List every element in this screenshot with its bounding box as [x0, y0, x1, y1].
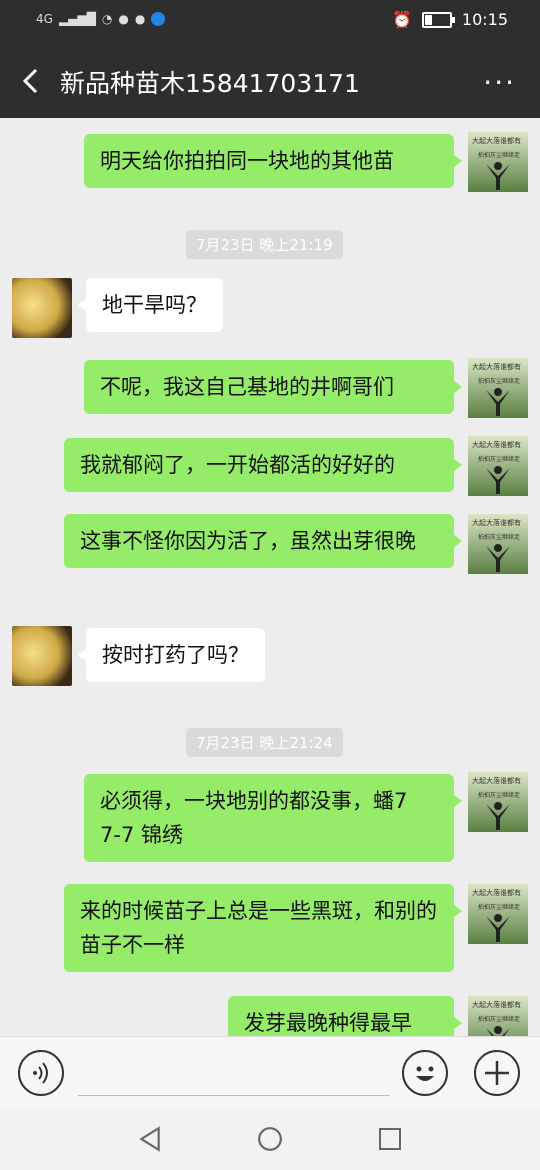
status-left: 4G ▂▄▆█ ◔ ● ●	[36, 12, 166, 26]
avatar-caption: 大起大落谁都有	[472, 519, 521, 527]
person-icon	[486, 802, 510, 830]
contact-avatar[interactable]	[12, 278, 72, 338]
avatar-caption: 拍拍灰尘继续走	[478, 904, 521, 911]
message-bubble[interactable]: 明天给你拍拍同一块地的其他苗	[84, 134, 462, 188]
avatar[interactable]: 大起大落谁都有 拍拍灰尘继续走	[468, 514, 528, 574]
avatar-caption: 拍拍灰尘继续走	[478, 456, 521, 463]
wifi-icon: ◔	[101, 12, 113, 26]
wechat-notification-icon: ●	[118, 12, 129, 26]
avatar-caption: 拍拍灰尘继续走	[478, 378, 521, 385]
person-icon	[486, 466, 510, 494]
person-icon	[486, 1026, 510, 1036]
person-icon	[486, 544, 510, 572]
message-bubble[interactable]: 来的时候苗子上总是一些黑斑，和别的苗子不一样	[64, 884, 462, 972]
clock: 10:15	[461, 10, 508, 29]
avatar[interactable]: 大起大落谁都有 拍拍灰尘继续走	[468, 772, 528, 832]
avatar[interactable]: 大起大落谁都有 拍拍灰尘继续走	[468, 132, 528, 192]
avatar-caption: 拍拍灰尘继续走	[478, 1016, 521, 1023]
person-icon	[486, 388, 510, 416]
avatar-caption: 拍拍灰尘继续走	[478, 534, 521, 541]
timestamp: 7月23日 晚上21:19	[186, 230, 343, 259]
network-type: 4G	[36, 12, 53, 26]
message-bubble[interactable]: 这事不怪你因为活了，虽然出芽很晚	[64, 514, 462, 568]
signal-icon: ▂▄▆█	[58, 12, 96, 26]
avatar-caption: 拍拍灰尘继续走	[478, 152, 521, 159]
avatar-caption: 大起大落谁都有	[472, 137, 521, 145]
avatar-caption: 大起大落谁都有	[472, 363, 521, 371]
nav-recent-icon[interactable]	[378, 1127, 402, 1151]
contact-avatar[interactable]	[12, 626, 72, 686]
message-bubble[interactable]: 地干旱吗？	[78, 278, 223, 332]
alarm-icon: ⏰	[391, 10, 412, 29]
plus-icon[interactable]	[474, 1050, 520, 1096]
message-input[interactable]	[78, 1095, 390, 1096]
nav-back-icon[interactable]	[137, 1126, 163, 1152]
timestamp: 7月23日 晚上21:24	[186, 728, 343, 757]
avatar[interactable]: 大起大落谁都有 拍拍灰尘继续走	[468, 884, 528, 944]
message-bubble[interactable]: 按时打药了吗？	[78, 628, 265, 682]
chat-header: 新品种苗木15841703171 ···	[0, 44, 540, 118]
avatar-caption: 大起大落谁都有	[472, 889, 521, 897]
person-icon	[486, 162, 510, 190]
system-nav-bar	[0, 1108, 540, 1170]
message-bubble[interactable]: 必须得，一块地别的都没事，蟠7 7-7 锦绣	[84, 774, 462, 862]
avatar[interactable]: 大起大落谁都有 拍拍灰尘继续走	[468, 996, 528, 1036]
nav-home-icon[interactable]	[257, 1126, 283, 1152]
chat-title: 新品种苗木15841703171	[60, 69, 360, 98]
person-icon	[486, 914, 510, 942]
avatar[interactable]: 大起大落谁都有 拍拍灰尘继续走	[468, 358, 528, 418]
back-arrow-icon[interactable]	[16, 66, 46, 96]
voice-icon[interactable]	[18, 1050, 64, 1096]
status-right: ⏰ 10:15	[392, 10, 508, 29]
status-bar: 4G ▂▄▆█ ◔ ● ● ⏰ 10:15	[0, 0, 540, 44]
avatar[interactable]: 大起大落谁都有 拍拍灰尘继续走	[468, 436, 528, 496]
battery-icon	[421, 11, 455, 28]
message-bubble[interactable]: 我就郁闷了，一开始都活的好好的	[64, 438, 462, 492]
chat-area[interactable]: 大起大落谁都有 拍拍灰尘继续走 明天给你拍拍同一块地的其他苗 7月23日 晚上2…	[0, 118, 540, 1036]
avatar-caption: 大起大落谁都有	[472, 441, 521, 449]
avatar-caption: 大起大落谁都有	[472, 1001, 521, 1009]
avatar-caption: 大起大落谁都有	[472, 777, 521, 785]
more-dots-icon[interactable]: ···	[483, 66, 516, 99]
message-bubble[interactable]: 发芽最晚种得最早	[228, 996, 462, 1036]
app-notification-icon	[151, 12, 166, 26]
input-bar	[0, 1036, 540, 1109]
emoji-icon[interactable]	[402, 1050, 448, 1096]
message-notification-icon: ●	[134, 12, 146, 26]
message-bubble[interactable]: 不呢，我这自己基地的井啊哥们	[84, 360, 462, 414]
avatar-caption: 拍拍灰尘继续走	[478, 792, 521, 799]
